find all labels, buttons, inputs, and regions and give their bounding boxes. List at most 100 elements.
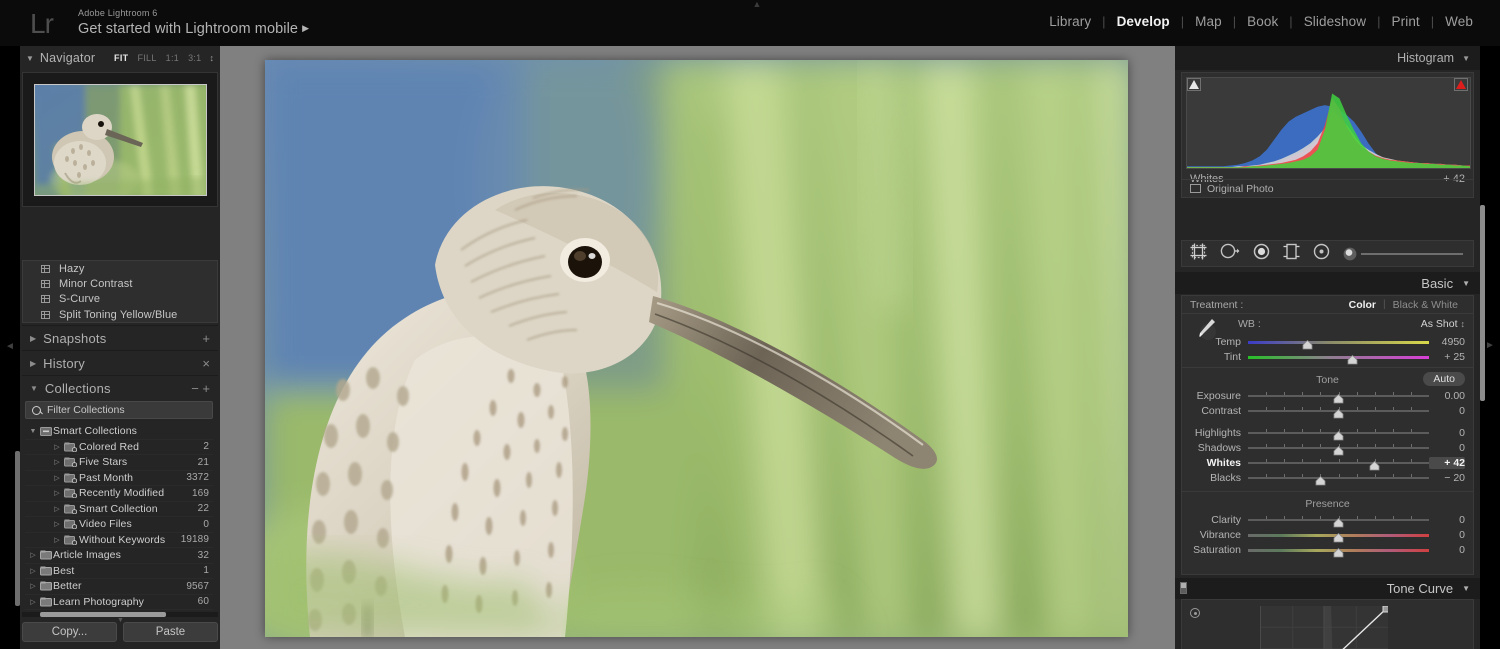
chevron-down-icon[interactable]: ▼ [1462, 54, 1470, 63]
right-panel-scrollbar[interactable] [1480, 205, 1485, 401]
navigator-zoom-3-1[interactable]: 3:1 [188, 53, 201, 63]
chevron-right-icon[interactable]: ▷ [27, 598, 39, 606]
module-library[interactable]: Library [1038, 14, 1102, 29]
slider-highlights[interactable]: Highlights 0 [1182, 425, 1473, 440]
slider-knob[interactable] [1315, 473, 1326, 485]
slider-knob[interactable] [1369, 458, 1380, 470]
wb-value[interactable]: As Shot ↕ [1421, 318, 1465, 330]
slider-knob[interactable] [1333, 530, 1344, 542]
navigator-zoom-fit[interactable]: FIT [114, 53, 128, 63]
slider-track[interactable] [1248, 545, 1429, 557]
copy-button[interactable]: Copy... [22, 622, 117, 642]
slider-blacks[interactable]: Blacks − 20 [1182, 470, 1473, 485]
chevron-right-icon[interactable]: ▷ [51, 520, 63, 528]
chevron-down-icon[interactable]: ▼ [1462, 584, 1470, 593]
chevron-right-icon[interactable]: ▷ [51, 536, 63, 544]
slider-vibrance[interactable]: Vibrance 0 [1182, 527, 1473, 542]
chevron-right-icon[interactable]: ▷ [27, 582, 39, 590]
white-balance-selector-icon[interactable] [1192, 316, 1218, 342]
collections-panel-header[interactable]: ▼ Collections − + [22, 375, 218, 401]
red-eye-correction-tool[interactable] [1253, 243, 1270, 265]
chevron-right-icon[interactable]: ▷ [27, 567, 39, 575]
slider-track[interactable] [1248, 458, 1429, 470]
treatment-color-option[interactable]: Color [1342, 299, 1383, 311]
slider-exposure[interactable]: Exposure 0.00 [1182, 388, 1473, 403]
chevron-down-icon[interactable]: ▼ [26, 54, 34, 63]
collection-item[interactable]: ▷ Best 1 [25, 564, 213, 579]
collection-item[interactable]: ▷ Past Month 3372 [25, 471, 213, 486]
chevron-right-icon[interactable]: ▷ [51, 458, 63, 466]
slider-clarity[interactable]: Clarity 0 [1182, 512, 1473, 527]
tone-curve-body[interactable] [1181, 599, 1474, 649]
collection-item[interactable]: ▼ Smart Collections [25, 424, 213, 440]
panel-switch-icon[interactable] [1180, 582, 1187, 594]
slider-value[interactable]: + 25 [1429, 351, 1465, 363]
slider-value[interactable]: + 42 [1429, 456, 1465, 469]
preset-item[interactable]: Hazy [23, 261, 217, 276]
module-book[interactable]: Book [1236, 14, 1289, 29]
original-photo-row[interactable]: Original Photo [1182, 179, 1473, 197]
slider-knob[interactable] [1333, 428, 1344, 440]
crop-overlay-tool[interactable] [1190, 243, 1207, 265]
snapshots-panel-header[interactable]: ▶ Snapshots + [22, 325, 218, 351]
chevron-down-icon[interactable]: ▼ [1462, 279, 1470, 288]
chevron-right-icon[interactable]: ▶ [30, 359, 36, 368]
target-adjustment-icon[interactable] [1190, 608, 1200, 618]
module-map[interactable]: Map [1184, 14, 1233, 29]
navigator-preview-box[interactable] [22, 72, 218, 207]
presets-list-tail[interactable]: Hazy Minor Contrast S-Curve Split Toning Ye… [22, 260, 218, 323]
identity-plate[interactable]: Adobe Lightroom 6 Get started with Light… [78, 8, 309, 39]
module-develop[interactable]: Develop [1106, 14, 1181, 29]
slider-saturation[interactable]: Saturation 0 [1182, 542, 1473, 557]
slider-track[interactable] [1248, 406, 1429, 418]
collection-item[interactable]: ▷ Without Keywords 19189 [25, 533, 213, 548]
slider-value[interactable]: 0 [1429, 427, 1465, 439]
preset-item[interactable]: S-Curve [23, 292, 217, 307]
slider-track[interactable] [1248, 443, 1429, 455]
chevron-right-icon[interactable]: ▷ [51, 505, 63, 513]
slider-track[interactable] [1248, 473, 1429, 485]
collection-item[interactable]: ▷ Smart Collection 22 [25, 502, 213, 517]
treatment-bw-option[interactable]: Black & White [1386, 299, 1465, 311]
tone-curve-panel-header[interactable]: Tone Curve ▼ [1175, 578, 1480, 599]
slider-knob[interactable] [1302, 337, 1313, 349]
chevron-right-icon[interactable]: ▶ [30, 334, 36, 343]
slider-value[interactable]: 0 [1429, 514, 1465, 526]
highlight-clipping-indicator[interactable] [1454, 78, 1468, 91]
navigator-zoom-1-1[interactable]: 1:1 [166, 53, 179, 63]
filter-collections-input[interactable]: Filter Collections [25, 401, 213, 419]
slider-value[interactable]: 0.00 [1429, 390, 1465, 402]
slider-track[interactable] [1248, 352, 1429, 364]
graduated-filter-tool[interactable] [1283, 243, 1300, 265]
slider-value[interactable]: − 20 [1429, 472, 1465, 484]
slider-tint[interactable]: Tint + 25 [1182, 349, 1473, 364]
collection-item[interactable]: ▷ Learn Photography 60 [25, 595, 213, 610]
collections-list[interactable]: ▼ Smart Collections ▷ Colored Red 2 ▷ Five Sta… [25, 424, 213, 611]
module-slideshow[interactable]: Slideshow [1293, 14, 1377, 29]
slider-value[interactable]: 0 [1429, 442, 1465, 454]
brush-size-slider[interactable] [1361, 252, 1463, 255]
histogram-panel-header[interactable]: Histogram ▼ [1175, 46, 1480, 70]
shadow-clipping-indicator[interactable] [1187, 78, 1201, 91]
collection-item[interactable]: ▷ Recently Modified 169 [25, 486, 213, 502]
chevron-down-icon[interactable]: ▼ [27, 428, 39, 435]
history-panel-header[interactable]: ▶ History × [22, 350, 218, 376]
develop-photo[interactable] [265, 60, 1128, 637]
slider-track[interactable] [1248, 337, 1429, 349]
spot-removal-tool[interactable] [1220, 243, 1240, 264]
right-panel-collapse-arrow[interactable]: ► [1485, 340, 1495, 351]
paste-button[interactable]: Paste [123, 622, 218, 642]
left-panel-collapse-arrow[interactable]: ◄ [5, 340, 15, 354]
auto-tone-button[interactable]: Auto [1423, 372, 1465, 386]
chevron-updown-icon[interactable]: ↕ [210, 53, 215, 63]
adjustment-brush-tool[interactable] [1343, 247, 1465, 261]
add-snapshot-button[interactable]: + [202, 331, 210, 346]
chevron-right-icon[interactable]: ▷ [27, 551, 39, 559]
slider-knob[interactable] [1333, 443, 1344, 455]
slider-track[interactable] [1248, 428, 1429, 440]
slider-knob[interactable] [1333, 515, 1344, 527]
slider-knob[interactable] [1333, 391, 1344, 403]
navigator-thumbnail[interactable] [34, 84, 207, 196]
navigator-zoom-fill[interactable]: FILL [137, 53, 156, 63]
collections-controls[interactable]: − + [191, 381, 210, 396]
